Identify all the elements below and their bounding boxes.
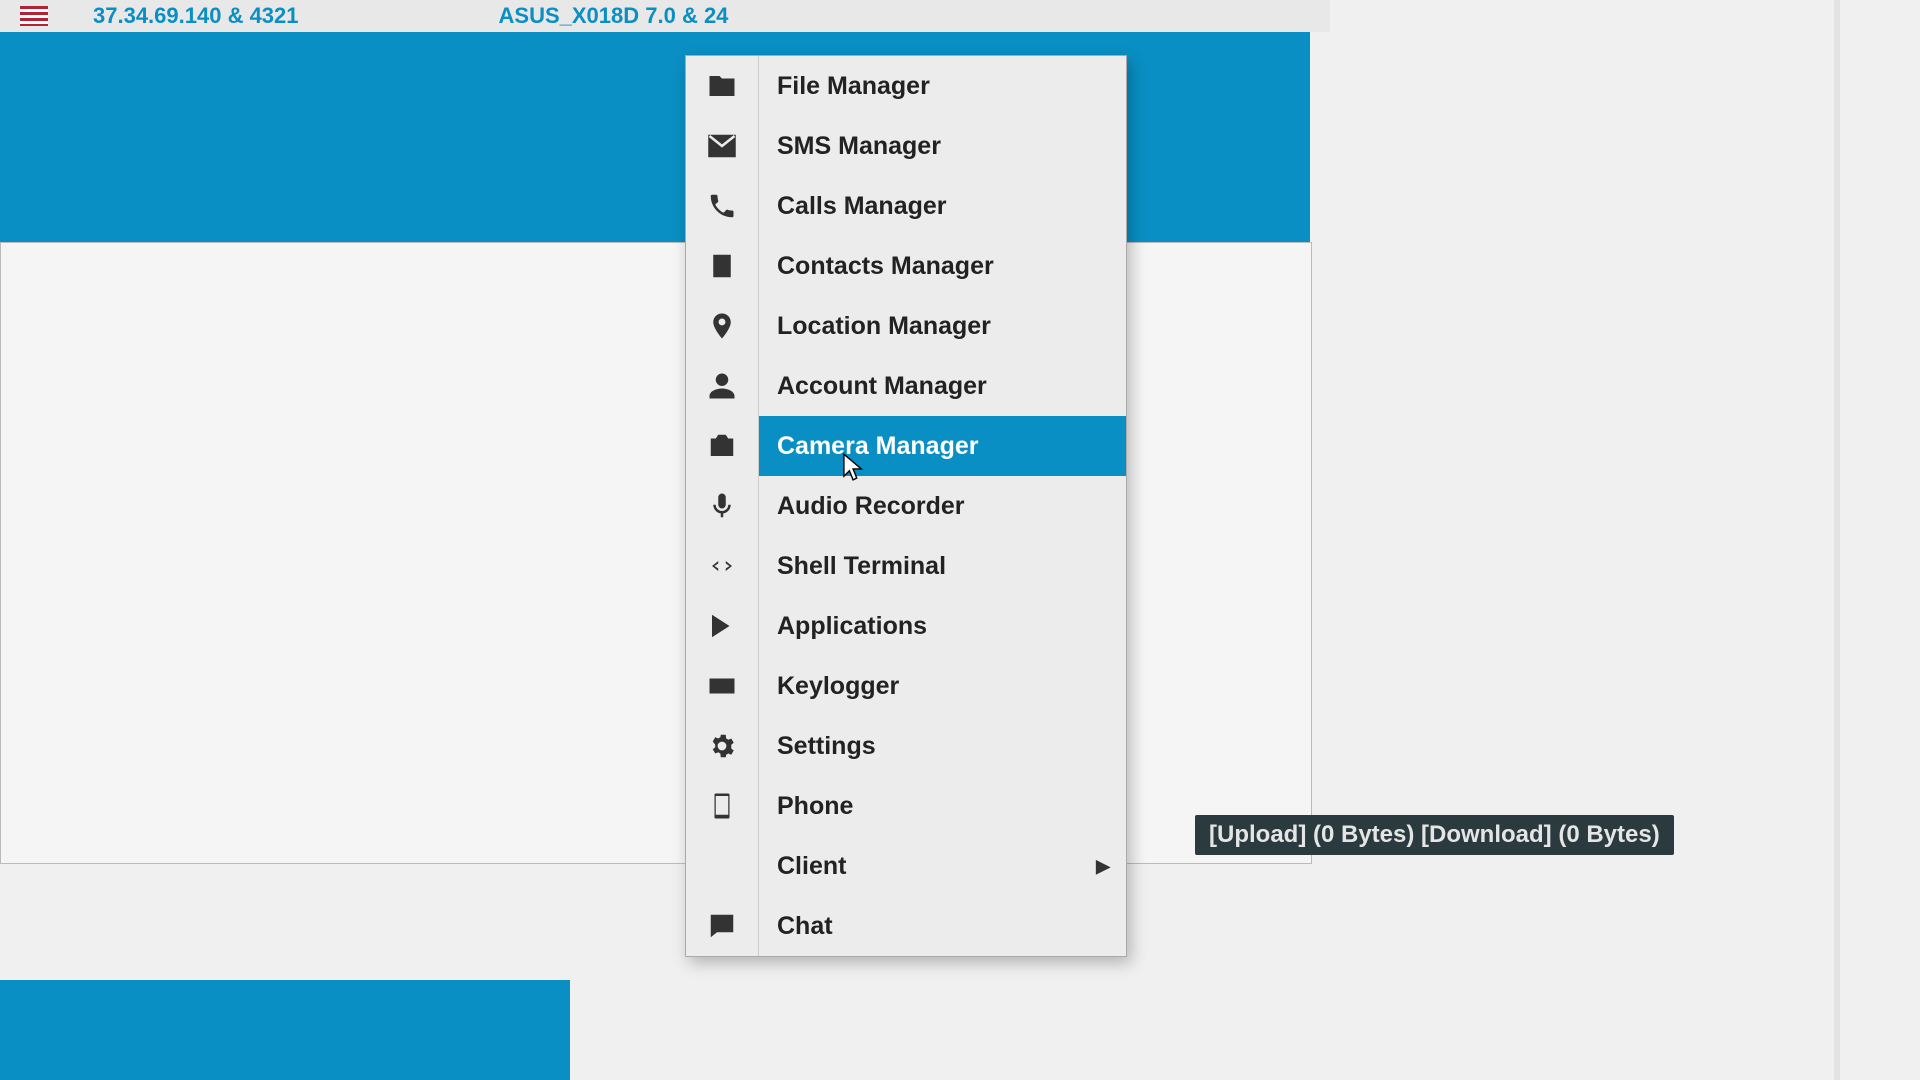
gear-icon [686, 716, 759, 776]
flag-icon [20, 6, 48, 26]
menu-item-text: Client [777, 852, 846, 881]
keyboard-icon [686, 656, 759, 716]
menu-item-account-manager[interactable]: Account Manager [686, 356, 1126, 416]
transfer-status-badge: [Upload] (0 Bytes) [Download] (0 Bytes) [1195, 815, 1674, 855]
menu-item-label: Contacts Manager [759, 236, 1126, 296]
bottom-panel [0, 980, 570, 1080]
menu-item-client[interactable]: Client ▶ [686, 836, 1126, 896]
menu-item-phone[interactable]: Phone [686, 776, 1126, 836]
menu-item-label: Calls Manager [759, 176, 1126, 236]
menu-item-label: Shell Terminal [759, 536, 1126, 596]
menu-item-label: Audio Recorder [759, 476, 1126, 536]
microphone-icon [686, 476, 759, 536]
menu-item-keylogger[interactable]: Keylogger [686, 656, 1126, 716]
menu-item-camera-manager[interactable]: Camera Manager [686, 416, 1126, 476]
ip-port-text: 37.34.69.140 & 4321 [93, 3, 299, 29]
menu-item-label: Phone [759, 776, 1126, 836]
menu-item-label: Client ▶ [759, 836, 1126, 896]
chat-icon [686, 896, 759, 956]
folder-icon [686, 56, 759, 116]
menu-item-sms-manager[interactable]: SMS Manager [686, 116, 1126, 176]
menu-item-label: Settings [759, 716, 1126, 776]
phone-call-icon [686, 176, 759, 236]
menu-item-label: Account Manager [759, 356, 1126, 416]
right-edge [1834, 0, 1840, 1080]
menu-item-contacts-manager[interactable]: Contacts Manager [686, 236, 1126, 296]
menu-item-shell-terminal[interactable]: Shell Terminal [686, 536, 1126, 596]
menu-item-label: Applications [759, 596, 1126, 656]
code-icon [686, 536, 759, 596]
building-icon [686, 236, 759, 296]
menu-item-audio-recorder[interactable]: Audio Recorder [686, 476, 1126, 536]
menu-item-settings[interactable]: Settings [686, 716, 1126, 776]
menu-item-chat[interactable]: Chat [686, 896, 1126, 956]
menu-item-label: Location Manager [759, 296, 1126, 356]
menu-item-calls-manager[interactable]: Calls Manager [686, 176, 1126, 236]
camera-icon [686, 416, 759, 476]
menu-item-file-manager[interactable]: File Manager [686, 56, 1126, 116]
device-info-text: ASUS_X018D 7.0 & 24 [499, 3, 729, 29]
menu-item-label: Chat [759, 896, 1126, 956]
menu-item-location-manager[interactable]: Location Manager [686, 296, 1126, 356]
play-store-icon [686, 596, 759, 656]
menu-item-applications[interactable]: Applications [686, 596, 1126, 656]
location-pin-icon [686, 296, 759, 356]
person-icon [686, 356, 759, 416]
mail-icon [686, 116, 759, 176]
menu-item-label: File Manager [759, 56, 1126, 116]
chevron-right-icon: ▶ [1096, 856, 1110, 877]
context-menu[interactable]: File Manager SMS Manager Calls Manager C… [685, 55, 1127, 957]
menu-item-label: Keylogger [759, 656, 1126, 716]
menu-item-label: SMS Manager [759, 116, 1126, 176]
menu-item-label: Camera Manager [759, 416, 1126, 476]
empty-icon [686, 836, 759, 896]
smartphone-icon [686, 776, 759, 836]
top-bar: 37.34.69.140 & 4321 ASUS_X018D 7.0 & 24 [0, 0, 1330, 32]
